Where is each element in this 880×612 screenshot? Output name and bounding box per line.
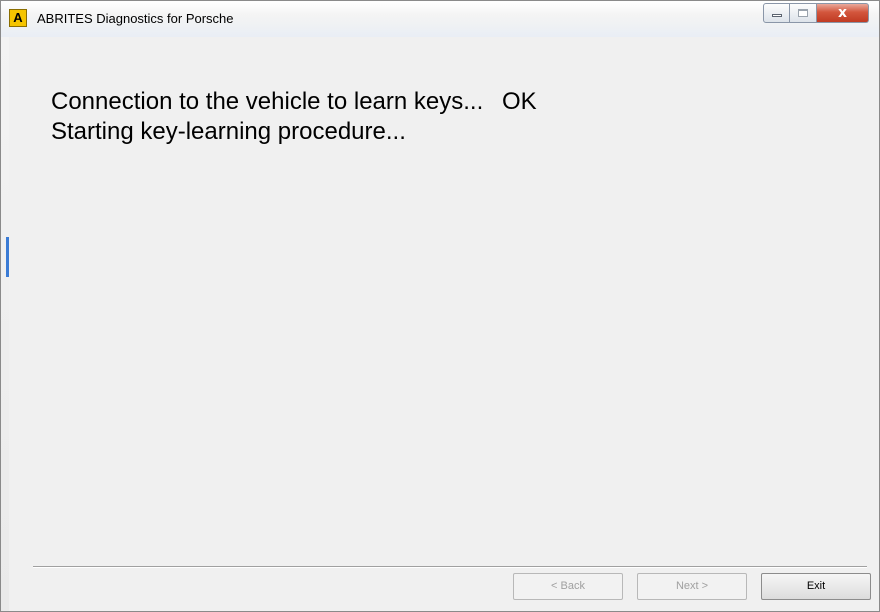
title-bar[interactable]: A ABRITES Diagnostics for Porsche x [1,1,879,37]
app-window: A ABRITES Diagnostics for Porsche x Conn… [0,0,880,612]
maximize-button[interactable] [790,3,817,23]
status-line-connection: Connection to the vehicle to learn keys.… [51,88,484,115]
status-ok-label: OK [502,88,537,115]
window-title: ABRITES Diagnostics for Porsche [37,11,234,26]
exit-button[interactable]: Exit [761,573,871,600]
back-button[interactable]: < Back [513,573,623,600]
left-frame-strip [1,37,9,611]
minimize-button[interactable] [763,3,790,23]
next-button[interactable]: Next > [637,573,747,600]
abrites-logo-icon[interactable]: A [9,9,27,27]
close-button[interactable]: x [817,3,869,23]
footer-separator [33,566,867,568]
wizard-content: Connection to the vehicle to learn keys.… [9,37,875,607]
status-line-key-learning: Starting key-learning procedure... [51,118,406,145]
